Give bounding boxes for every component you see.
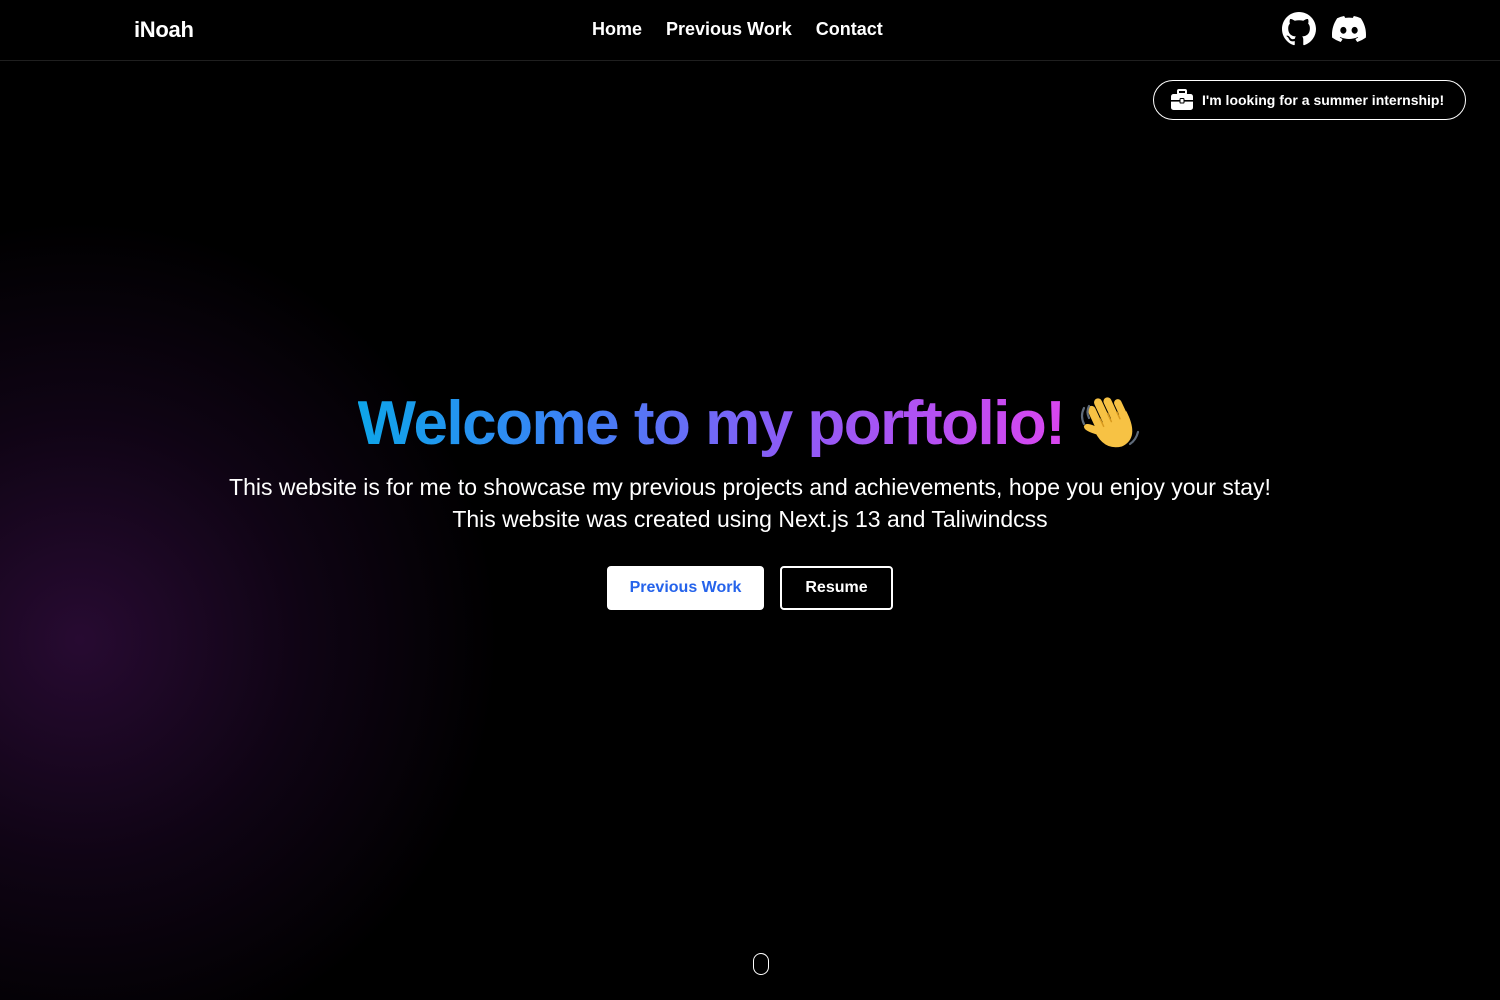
resume-button[interactable]: Resume xyxy=(780,566,893,610)
briefcase-icon xyxy=(1170,89,1194,111)
nav-links: Home Previous Work Contact xyxy=(592,19,883,40)
discord-icon xyxy=(1332,16,1366,42)
github-link[interactable] xyxy=(1282,12,1316,46)
nav-link-contact[interactable]: Contact xyxy=(816,19,883,40)
navbar: iNoah Home Previous Work Contact xyxy=(0,0,1500,61)
scroll-down-icon[interactable] xyxy=(753,953,769,975)
social-links xyxy=(1282,12,1366,46)
internship-banner-text: I'm looking for a summer internship! xyxy=(1202,92,1445,108)
nav-link-previous-work[interactable]: Previous Work xyxy=(666,19,792,40)
hero-buttons: Previous Work Resume xyxy=(0,566,1500,610)
hero-subtitle: This website is for me to showcase my pr… xyxy=(0,471,1500,535)
github-icon xyxy=(1282,12,1316,46)
hero-title: Welcome to my porftolio! xyxy=(357,388,1066,458)
nav-link-home[interactable]: Home xyxy=(592,19,642,40)
hero-subtitle-line-1: This website is for me to showcase my pr… xyxy=(229,474,1271,500)
brand-logo[interactable]: iNoah xyxy=(134,17,194,43)
internship-banner[interactable]: I'm looking for a summer internship! xyxy=(1153,80,1466,120)
hero-title-row: Welcome to my porftolio! xyxy=(0,385,1500,461)
hero-subtitle-line-2: This website was created using Next.js 1… xyxy=(452,506,1048,532)
hero-section: Welcome to my porftolio! This website is… xyxy=(0,385,1500,610)
page: iNoah Home Previous Work Contact I'm loo… xyxy=(0,0,1500,1000)
waving-hand-icon xyxy=(1081,397,1140,448)
discord-link[interactable] xyxy=(1332,12,1366,46)
previous-work-button[interactable]: Previous Work xyxy=(607,566,764,610)
